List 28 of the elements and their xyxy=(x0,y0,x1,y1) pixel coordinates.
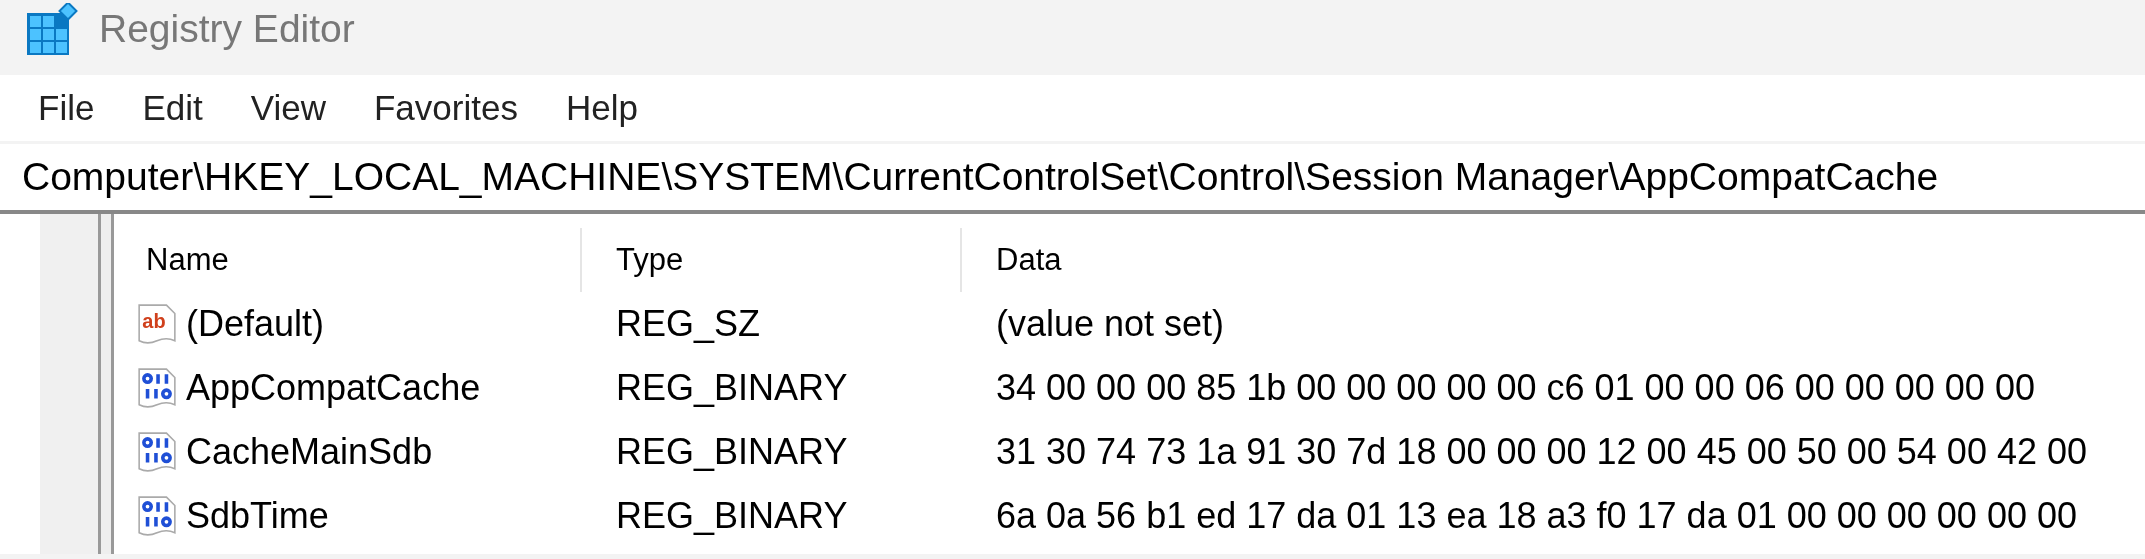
value-data: 31 30 74 73 1a 91 30 7d 18 00 00 00 12 00 45 00 50 00 54 00 42 00 xyxy=(996,431,2087,472)
menu-item[interactable]: Edit xyxy=(118,88,227,128)
value-data: 34 00 00 00 85 1b 00 00 00 00 00 c6 01 00 00 06 00 00 00 00 00 xyxy=(996,367,2035,408)
menu-item[interactable]: File xyxy=(14,88,119,128)
value-name[interactable]: (Default) xyxy=(186,303,325,345)
value-name[interactable]: CacheMainSdb xyxy=(186,431,433,473)
value-type: REG_BINARY xyxy=(616,495,848,536)
column-header[interactable]: Name xyxy=(112,228,582,292)
binary-value-icon xyxy=(136,367,178,409)
column-header[interactable]: Type xyxy=(582,228,962,292)
menu-item[interactable]: Favorites xyxy=(349,88,542,128)
binary-value-icon xyxy=(136,431,178,473)
address-field[interactable]: Computer\HKEY_LOCAL_MACHINE\SYSTEM\CurrentControlSet\Control\Session Manager\AppCompatCache xyxy=(0,144,2145,214)
value-name[interactable]: AppCompatCache xyxy=(186,367,481,409)
value-data: (value not set) xyxy=(996,303,1225,344)
value-type: REG_SZ xyxy=(616,303,761,344)
column-header[interactable]: Data xyxy=(962,228,2145,292)
string-value-icon: ab xyxy=(136,303,178,345)
value-type: REG_BINARY xyxy=(616,431,848,472)
menu-item[interactable]: Help xyxy=(541,88,662,128)
window-title: Registry Editor xyxy=(99,7,355,51)
menu-item[interactable]: View xyxy=(226,88,350,128)
value-name[interactable]: SdbTime xyxy=(186,495,329,537)
value-type: REG_BINARY xyxy=(616,367,848,408)
value-data: 6a 0a 56 b1 ed 17 da 01 13 ea 18 a3 f0 17 da 01 00 00 00 00 00 00 xyxy=(996,495,2077,536)
pane-splitter[interactable] xyxy=(98,214,114,554)
app-icon xyxy=(27,3,79,55)
binary-value-icon xyxy=(136,495,178,537)
